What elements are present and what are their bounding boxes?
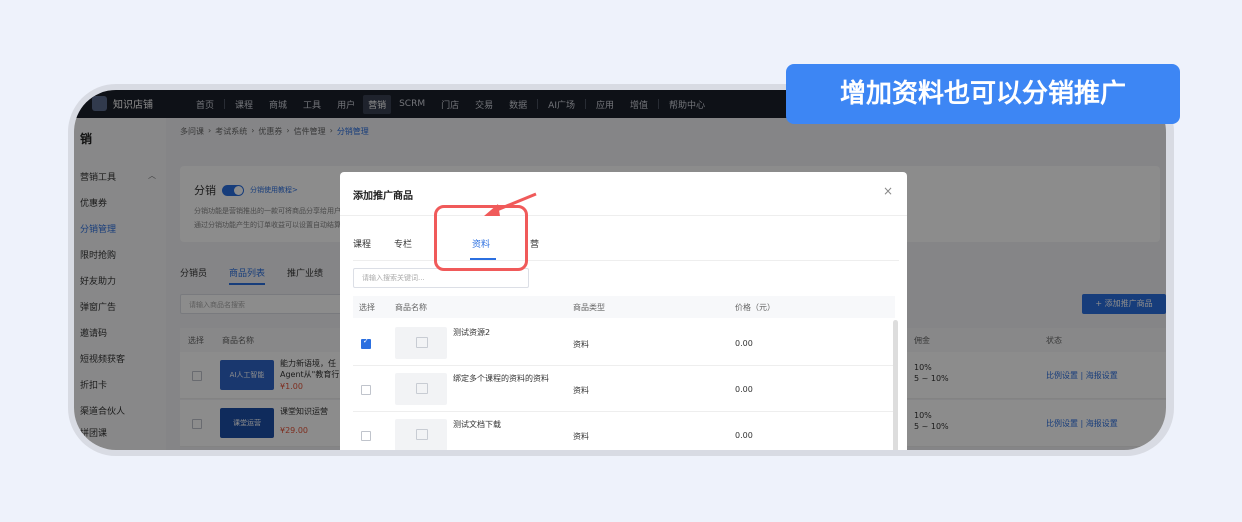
col-select: 选择 (359, 303, 375, 312)
modal-tab-column[interactable]: 专栏 (394, 237, 412, 250)
row-checkbox[interactable] (361, 337, 371, 349)
product-price: 0.00 (735, 385, 753, 394)
product-name: 测试文档下载 (453, 420, 501, 429)
modal-title: 添加推广商品 (353, 191, 413, 202)
product-type: 资料 (573, 340, 589, 349)
modal-table-header: 选择 商品名称 商品类型 价格（元） (353, 296, 895, 318)
divider (340, 215, 907, 216)
callout-banner: 增加资料也可以分销推广 (786, 64, 1180, 124)
modal-row[interactable]: 测试文档下载 资料 0.00 (353, 412, 895, 450)
device-frame: 知识店铺 首页 课程 商城 工具 用户 营销 SCRM 门店 交易 数据 AI广… (68, 84, 1174, 456)
product-price: 0.00 (735, 339, 753, 348)
modal-row[interactable]: 绑定多个课程的资料的资料 资料 0.00 (353, 366, 895, 412)
add-product-modal: 添加推广商品 × 课程 专栏 资料 营 请输入搜索关键词... 选择 商品名称 … (340, 172, 907, 450)
image-placeholder-icon (395, 327, 447, 359)
col-type: 商品类型 (573, 303, 605, 312)
modal-row[interactable]: 测试资源2 资料 0.00 (353, 320, 895, 366)
modal-search-input[interactable]: 请输入搜索关键词... (353, 268, 529, 288)
product-type: 资料 (573, 432, 589, 441)
modal-tab-other[interactable]: 营 (530, 237, 539, 250)
image-placeholder-icon (395, 373, 447, 405)
col-price: 价格（元） (735, 303, 775, 312)
product-name: 绑定多个课程的资料的资料 (453, 374, 549, 383)
close-icon[interactable]: × (883, 184, 893, 198)
app-screen: 知识店铺 首页 课程 商城 工具 用户 营销 SCRM 门店 交易 数据 AI广… (74, 90, 1166, 450)
row-checkbox[interactable] (361, 385, 371, 395)
row-checkbox[interactable] (361, 431, 371, 441)
product-price: 0.00 (735, 431, 753, 440)
pointer-arrow-icon (484, 192, 537, 216)
scrollbar[interactable] (893, 320, 898, 450)
col-name: 商品名称 (395, 303, 427, 312)
image-placeholder-icon (395, 419, 447, 450)
modal-tab-course[interactable]: 课程 (353, 237, 371, 250)
product-name: 测试资源2 (453, 328, 491, 337)
product-type: 资料 (573, 386, 589, 395)
